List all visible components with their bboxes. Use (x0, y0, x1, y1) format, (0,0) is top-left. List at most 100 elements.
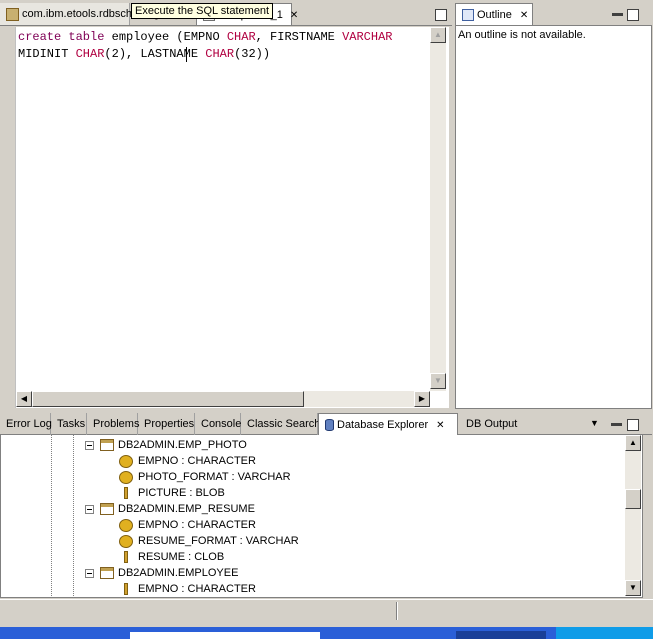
tree-column-node[interactable]: PICTURE : BLOB (119, 485, 225, 501)
scroll-left-button[interactable]: ◀ (16, 391, 32, 407)
collapse-icon[interactable] (85, 440, 94, 450)
scroll-up-button[interactable]: ▲ (430, 27, 446, 43)
outline-message: An outline is not available. (458, 29, 586, 41)
tab-problems[interactable]: Problems (87, 413, 140, 435)
tab-label: Database Explorer (337, 419, 429, 431)
tooltip-text: Execute the SQL statement (135, 5, 270, 17)
outline-view: Outline ✕ An outline is not available. (455, 3, 652, 409)
column-icon (124, 487, 128, 500)
outline-tab-strip: Outline ✕ (455, 3, 652, 26)
sql-token: CHAR (226, 30, 256, 44)
sql-editor[interactable]: create table employee (EMPNO CHAR, FIRST… (15, 27, 449, 408)
tree-rows: DB2ADMIN.EMP_PHOTO EMPNO : CHARACTER PHOTO… (1, 437, 625, 597)
tree-node-label: EMPNO : CHARACTER (138, 519, 256, 531)
key-column-icon (119, 454, 133, 468)
tooltip: Execute the SQL statement (131, 3, 274, 19)
tree-table-node[interactable]: DB2ADMIN.EMP_PHOTO (85, 437, 247, 453)
sql-token: (32)) (234, 47, 271, 61)
tab-label: Console (201, 418, 242, 430)
minimize-icon[interactable] (611, 423, 622, 426)
tree-table-node[interactable]: DB2ADMIN.EMPLOYEE (85, 565, 238, 581)
tree-node-label: DB2ADMIN.EMP_RESUME (118, 503, 255, 515)
sql-token: (2), LASTNAME (104, 47, 206, 61)
table-icon (100, 503, 114, 516)
key-column-icon (119, 518, 133, 532)
bottom-tab-strip: Error Log Tasks Problems Properties Cons… (0, 413, 652, 435)
sql-token: VARCHAR (342, 30, 393, 44)
tree-column-node[interactable]: RESUME : CLOB (119, 549, 224, 565)
system-tray (556, 627, 653, 639)
tree-node-label: PICTURE : BLOB (138, 487, 225, 499)
column-icon (124, 551, 128, 564)
tree-table-node[interactable]: DB2ADMIN.EMP_RESUME (85, 501, 255, 517)
sql-token: MIDINIT (18, 47, 76, 61)
sql-token: employee (EMPNO (111, 30, 227, 44)
collapse-icon[interactable] (85, 504, 94, 514)
tab-db-output[interactable]: DB Output (460, 413, 524, 435)
key-column-icon (119, 470, 133, 484)
tree-node-label: EMPNO : CHARACTER (138, 583, 256, 595)
taskbar-button[interactable] (130, 632, 320, 639)
tab-error-log[interactable]: Error Log (0, 413, 52, 435)
editor-tab-rdbschemagen[interactable]: com.ibm.etools.rdbschemagen (0, 3, 172, 25)
outline-content: An outline is not available. (455, 26, 652, 409)
tab-label: Problems (93, 418, 140, 430)
maximize-icon[interactable] (627, 419, 639, 431)
tab-console[interactable]: Console (195, 413, 241, 435)
java-file-icon (6, 7, 19, 21)
minimize-icon[interactable] (612, 13, 623, 16)
tab-database-explorer[interactable]: Database Explorer ✕ (318, 413, 458, 435)
tree-node-label: EMPNO : CHARACTER (138, 455, 256, 467)
editor-vscrollbar[interactable]: ▲ ▼ (430, 27, 446, 391)
table-icon (100, 439, 114, 452)
scroll-right-button[interactable]: ▶ (414, 391, 430, 407)
tab-label: Tasks (57, 418, 86, 430)
scroll-down-button[interactable]: ▼ (430, 373, 446, 389)
tab-label: DB Output (466, 418, 518, 430)
tab-classic-search[interactable]: Classic Search (241, 413, 321, 435)
tab-label: Classic Search (247, 418, 321, 430)
editor-area: com.ibm.etools.rdbschemagen Scrapbook_1 … (0, 3, 452, 409)
sql-token: , FIRSTNAME (255, 30, 343, 44)
tree-node-label: PHOTO_FORMAT : VARCHAR (138, 471, 291, 483)
sql-token: create table (18, 30, 112, 44)
tree-node-label: DB2ADMIN.EMP_PHOTO (118, 439, 247, 451)
editor-hscrollbar[interactable]: ◀ ▶ (16, 391, 430, 407)
tab-tasks[interactable]: Tasks (51, 413, 87, 435)
table-icon (100, 567, 114, 580)
sql-token: CHAR (205, 47, 235, 61)
tree-column-node[interactable]: RESUME_FORMAT : VARCHAR (119, 533, 299, 549)
maximize-icon[interactable] (435, 9, 447, 21)
taskbar-button[interactable] (456, 631, 546, 639)
outline-tab[interactable]: Outline ✕ (455, 3, 533, 25)
scroll-up-button[interactable]: ▲ (625, 435, 641, 451)
close-icon[interactable]: ✕ (290, 10, 298, 21)
text-cursor (186, 47, 187, 62)
close-icon[interactable]: ✕ (520, 10, 528, 21)
column-icon (124, 583, 128, 596)
taskbar (0, 627, 653, 639)
sql-line-2: MIDINIT CHAR(2), LASTNAME CHAR(32)) (18, 46, 270, 63)
key-column-icon (119, 534, 133, 548)
tab-label: Properties (144, 418, 195, 430)
sql-token: CHAR (75, 47, 105, 61)
collapse-icon[interactable] (85, 568, 94, 578)
scroll-down-button[interactable]: ▼ (625, 580, 641, 596)
outline-tab-label: Outline (477, 9, 512, 21)
scroll-thumb[interactable] (625, 489, 641, 509)
tree-vscrollbar[interactable]: ▲ ▼ (625, 435, 641, 596)
tree-column-node[interactable]: EMPNO : CHARACTER (119, 453, 256, 469)
database-icon (325, 419, 334, 432)
tree-column-node[interactable]: EMPNO : CHARACTER (119, 517, 256, 533)
maximize-icon[interactable] (627, 9, 639, 21)
tree-column-node[interactable]: PHOTO_FORMAT : VARCHAR (119, 469, 291, 485)
tab-properties[interactable]: Properties (138, 413, 195, 435)
tab-label: Error Log (6, 418, 52, 430)
status-separator (396, 602, 398, 620)
close-icon[interactable]: ✕ (436, 420, 444, 431)
view-menu-icon[interactable]: ▼ (590, 418, 599, 428)
database-explorer-tree[interactable]: DB2ADMIN.EMP_PHOTO EMPNO : CHARACTER PHOTO… (0, 435, 643, 598)
tree-node-label: RESUME : CLOB (138, 551, 225, 563)
tree-column-node[interactable]: EMPNO : CHARACTER (119, 581, 256, 597)
scroll-thumb[interactable] (32, 391, 304, 407)
